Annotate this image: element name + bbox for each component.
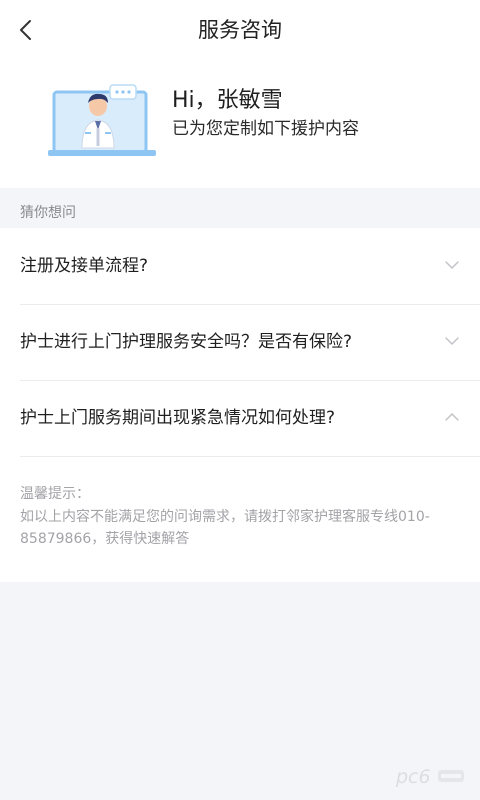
faq-question: 注册及接单流程?	[20, 256, 149, 276]
chevron-down-icon	[445, 261, 459, 269]
chevron-down-icon	[445, 337, 459, 345]
greeting-title: Hi，张敏雪	[172, 88, 283, 113]
tip-title: 温馨提示：	[20, 486, 90, 502]
answer-tip-panel: 温馨提示： 如以上内容不能满足您的问询需求，请拨打邻家护理客服专线010-858…	[0, 456, 480, 582]
top-nav-bar: 服务咨询	[0, 0, 480, 60]
pc6-watermark-logo: pc6	[395, 766, 464, 788]
tip-body: 如以上内容不能满足您的问询需求，请拨打邻家护理客服专线010-85879866，…	[20, 509, 430, 547]
greeting-subtitle: 已为您定制如下援护内容	[172, 119, 359, 139]
greeting-card: Hi，张敏雪 已为您定制如下援护内容	[0, 60, 480, 188]
page-title: 服务咨询	[198, 18, 282, 42]
faq-item-emergency[interactable]: 护士上门服务期间出现紧急情况如何处理?	[0, 380, 480, 456]
chevron-up-icon	[445, 413, 459, 421]
nurse-at-computer-illustration	[48, 84, 156, 156]
watermark-text: pc6	[395, 766, 431, 788]
faq-item-safety-insurance[interactable]: 护士进行上门护理服务安全吗？是否有保险?	[0, 304, 480, 380]
faq-question: 护士上门服务期间出现紧急情况如何处理?	[20, 408, 336, 428]
faq-question: 护士进行上门护理服务安全吗？是否有保险?	[20, 332, 353, 352]
faq-list: 注册及接单流程? 护士进行上门护理服务安全吗？是否有保险? 护士上门服务期间出现…	[0, 228, 480, 582]
faq-item-registration[interactable]: 注册及接单流程?	[0, 228, 480, 304]
section-label: 猜你想问	[20, 205, 76, 221]
